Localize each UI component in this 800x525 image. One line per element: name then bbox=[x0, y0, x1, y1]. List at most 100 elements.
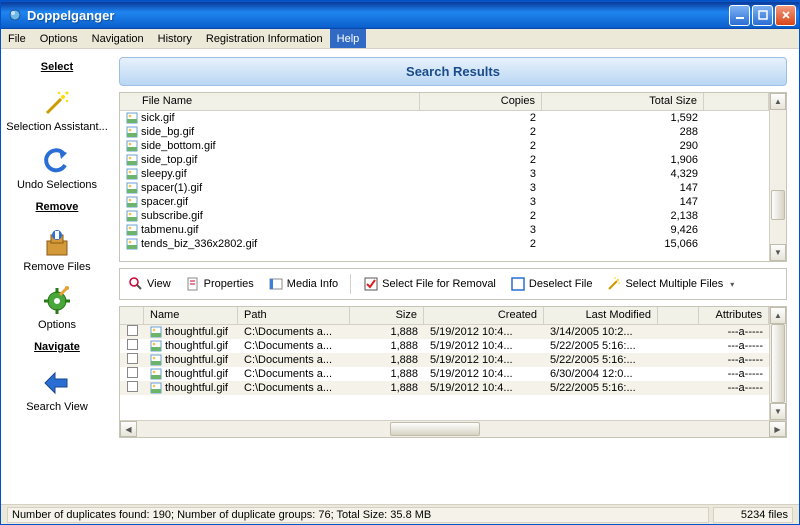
row-checkbox[interactable] bbox=[120, 353, 144, 367]
image-file-icon bbox=[150, 368, 162, 380]
column-totalsize[interactable]: Total Size bbox=[542, 93, 704, 110]
scroll-down-button[interactable]: ▼ bbox=[770, 403, 786, 420]
media-info-button[interactable]: Media Info bbox=[264, 274, 342, 294]
sidebar-item-label: Remove Files bbox=[23, 261, 90, 273]
media-icon bbox=[268, 276, 284, 292]
scroll-thumb[interactable] bbox=[390, 422, 480, 436]
remove-files-icon bbox=[41, 227, 73, 259]
table-row[interactable]: sick.gif21,592 bbox=[120, 111, 769, 125]
table-row[interactable]: spacer(1).gif3147 bbox=[120, 181, 769, 195]
column-filename[interactable]: File Name bbox=[120, 93, 420, 110]
scroll-up-button[interactable]: ▲ bbox=[770, 307, 786, 324]
column-name[interactable]: Name bbox=[144, 307, 238, 324]
menu-navigation[interactable]: Navigation bbox=[85, 29, 151, 48]
arrow-left-icon bbox=[41, 367, 73, 399]
image-file-icon bbox=[126, 182, 138, 194]
scroll-down-button[interactable]: ▼ bbox=[770, 244, 786, 261]
image-file-icon bbox=[126, 210, 138, 222]
scroll-right-button[interactable]: ▶ bbox=[769, 421, 786, 437]
sidebar-heading-navigate: Navigate bbox=[34, 341, 80, 353]
column-path[interactable]: Path bbox=[238, 307, 350, 324]
menu-registration-information[interactable]: Registration Information bbox=[199, 29, 330, 48]
image-file-icon bbox=[126, 112, 138, 124]
row-checkbox[interactable] bbox=[120, 325, 144, 339]
details-table-header: Name Path Size Created Last Modified Att… bbox=[120, 307, 769, 325]
image-file-icon bbox=[126, 238, 138, 250]
sidebar-undo-selections[interactable]: Undo Selections bbox=[5, 141, 109, 195]
sidebar: SelectSelection Assistant...Undo Selecti… bbox=[1, 49, 113, 504]
row-checkbox[interactable] bbox=[120, 367, 144, 381]
menu-history[interactable]: History bbox=[151, 29, 199, 48]
table-row[interactable]: thoughtful.gifC:\Documents a...1,8885/19… bbox=[120, 367, 769, 381]
column-copies[interactable]: Copies bbox=[420, 93, 542, 110]
image-file-icon bbox=[126, 126, 138, 138]
column-size[interactable]: Size bbox=[350, 307, 424, 324]
row-checkbox[interactable] bbox=[120, 381, 144, 395]
properties-button[interactable]: Properties bbox=[181, 274, 258, 294]
sidebar-options[interactable]: Options bbox=[5, 281, 109, 335]
properties-icon bbox=[185, 276, 201, 292]
checkbox-empty-icon bbox=[510, 276, 526, 292]
sidebar-item-label: Options bbox=[38, 319, 76, 331]
scroll-thumb[interactable] bbox=[771, 324, 785, 403]
minimize-button[interactable] bbox=[729, 5, 750, 26]
image-file-icon bbox=[126, 224, 138, 236]
menu-options[interactable]: Options bbox=[33, 29, 85, 48]
sidebar-item-label: Undo Selections bbox=[17, 179, 97, 191]
window-title: Doppelganger bbox=[27, 8, 729, 23]
table-row[interactable]: side_top.gif21,906 bbox=[120, 153, 769, 167]
table-row[interactable]: side_bottom.gif2290 bbox=[120, 139, 769, 153]
row-checkbox[interactable] bbox=[120, 339, 144, 353]
undo-icon bbox=[41, 145, 73, 177]
details-table-body[interactable]: thoughtful.gifC:\Documents a...1,8885/19… bbox=[120, 325, 769, 420]
vertical-scrollbar[interactable]: ▲ ▼ bbox=[769, 307, 786, 420]
vertical-scrollbar[interactable]: ▲ ▼ bbox=[769, 93, 786, 261]
horizontal-scrollbar[interactable]: ◀ ▶ bbox=[120, 420, 786, 437]
app-icon bbox=[7, 7, 23, 23]
table-row[interactable]: tabmenu.gif39,426 bbox=[120, 223, 769, 237]
image-file-icon bbox=[150, 326, 162, 338]
column-attributes[interactable]: Attributes bbox=[699, 307, 769, 324]
maximize-button[interactable] bbox=[752, 5, 773, 26]
wand-icon bbox=[41, 87, 73, 119]
table-row[interactable]: side_bg.gif2288 bbox=[120, 125, 769, 139]
window-controls bbox=[729, 5, 796, 26]
select-for-removal-button[interactable]: Select File for Removal bbox=[359, 274, 500, 294]
view-button[interactable]: View bbox=[124, 274, 175, 294]
scroll-thumb[interactable] bbox=[771, 190, 785, 220]
sidebar-remove-files[interactable]: Remove Files bbox=[5, 223, 109, 277]
scroll-left-button[interactable]: ◀ bbox=[120, 421, 137, 437]
results-table: File Name Copies Total Size sick.gif21,5… bbox=[119, 92, 787, 262]
table-row[interactable]: thoughtful.gifC:\Documents a...1,8885/19… bbox=[120, 353, 769, 367]
image-file-icon bbox=[126, 168, 138, 180]
sidebar-selection-assistant[interactable]: Selection Assistant... bbox=[5, 83, 109, 137]
titlebar[interactable]: Doppelganger bbox=[1, 1, 799, 29]
table-row[interactable]: thoughtful.gifC:\Documents a...1,8885/19… bbox=[120, 325, 769, 339]
gear-icon bbox=[41, 285, 73, 317]
deselect-file-button[interactable]: Deselect File bbox=[506, 274, 597, 294]
table-row[interactable]: thoughtful.gifC:\Documents a...1,8885/19… bbox=[120, 339, 769, 353]
image-file-icon bbox=[126, 154, 138, 166]
sidebar-search-view[interactable]: Search View bbox=[5, 363, 109, 417]
results-table-header: File Name Copies Total Size bbox=[120, 93, 769, 111]
main-panel: Search Results File Name Copies Total Si… bbox=[113, 49, 799, 504]
image-file-icon bbox=[150, 340, 162, 352]
scroll-up-button[interactable]: ▲ bbox=[770, 93, 786, 110]
menu-help[interactable]: Help bbox=[330, 29, 367, 48]
menu-file[interactable]: File bbox=[1, 29, 33, 48]
table-row[interactable]: spacer.gif3147 bbox=[120, 195, 769, 209]
close-button[interactable] bbox=[775, 5, 796, 26]
table-row[interactable]: tends_biz_336x2802.gif215,066 bbox=[120, 237, 769, 251]
image-file-icon bbox=[150, 382, 162, 394]
table-row[interactable]: subscribe.gif22,138 bbox=[120, 209, 769, 223]
dropdown-arrow-icon: ▾ bbox=[730, 280, 734, 289]
column-modified[interactable]: Last Modified bbox=[544, 307, 658, 324]
status-summary: Number of duplicates found: 190; Number … bbox=[7, 507, 709, 523]
table-row[interactable]: thoughtful.gifC:\Documents a...1,8885/19… bbox=[120, 381, 769, 395]
select-multiple-button[interactable]: Select Multiple Files▾ bbox=[602, 274, 738, 294]
table-row[interactable]: sleepy.gif34,329 bbox=[120, 167, 769, 181]
column-created[interactable]: Created bbox=[424, 307, 544, 324]
wand-small-icon bbox=[606, 276, 622, 292]
statusbar: Number of duplicates found: 190; Number … bbox=[1, 504, 799, 524]
results-table-body[interactable]: sick.gif21,592side_bg.gif2288side_bottom… bbox=[120, 111, 769, 261]
